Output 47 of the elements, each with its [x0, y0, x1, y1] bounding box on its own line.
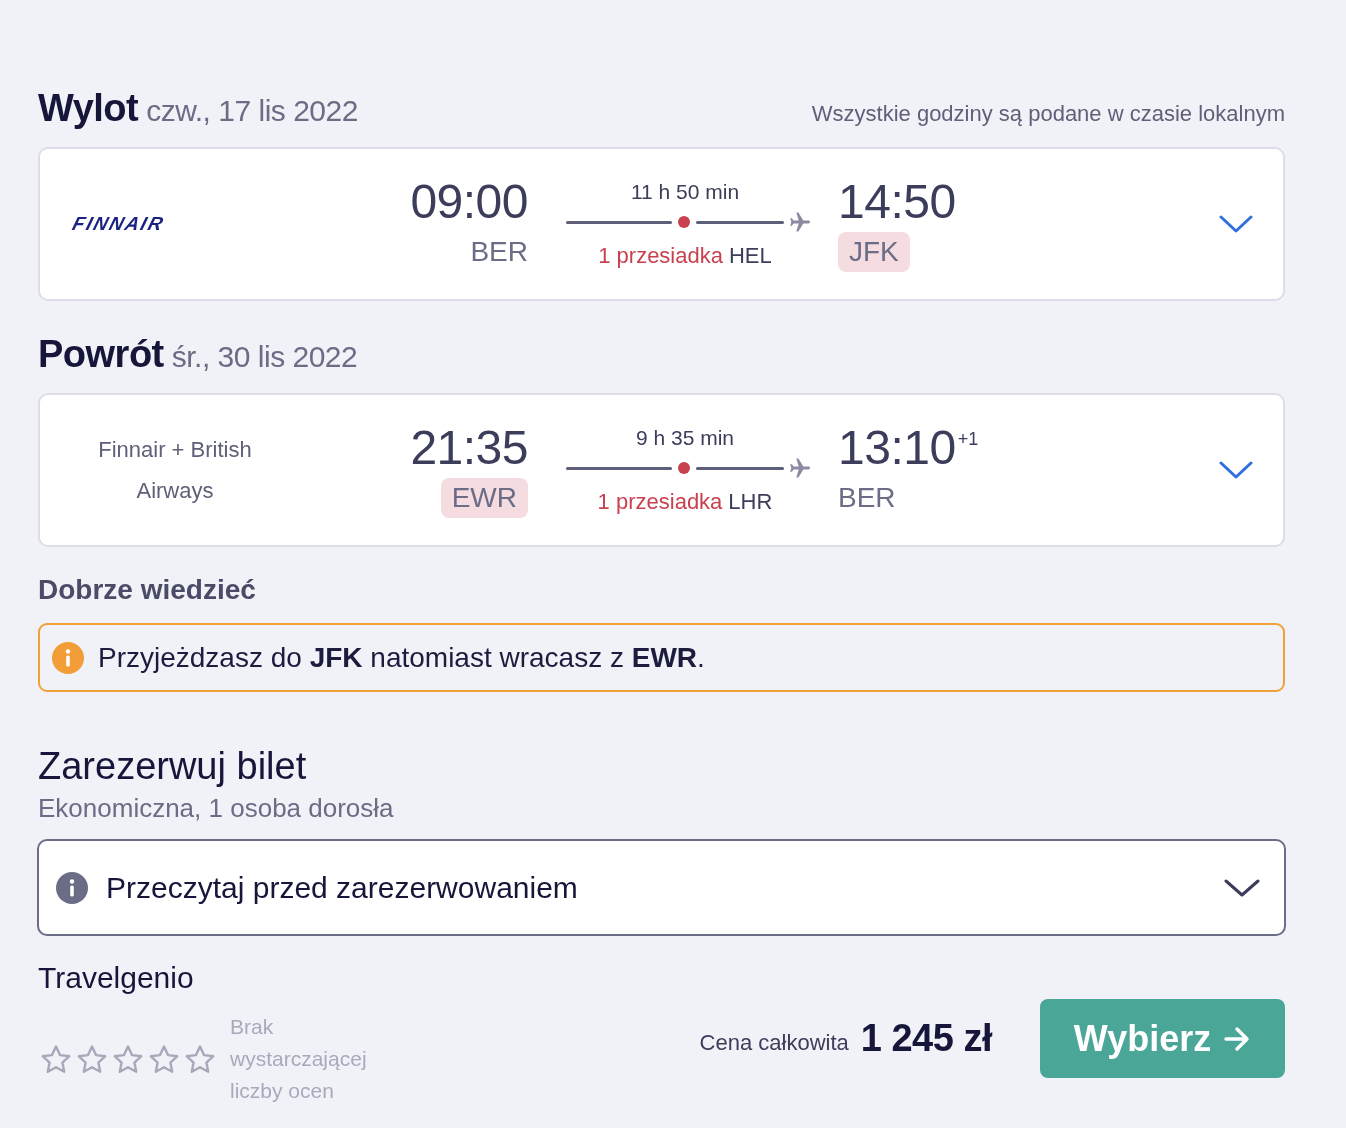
departure-time: 09:00 — [410, 176, 528, 228]
stopover-airport: HEL — [728, 242, 772, 270]
section-title: Powrót — [38, 332, 164, 377]
info-icon — [56, 871, 88, 904]
airport-code: EWR — [440, 478, 528, 518]
flight-date: czw., 17 lis 2022 — [146, 93, 358, 129]
star-icon — [184, 1043, 216, 1075]
star-icon — [40, 1043, 72, 1075]
airplane-icon — [788, 210, 812, 234]
stopover-airport: LHR — [728, 488, 773, 516]
airline-logo: FINNAIR — [69, 213, 168, 235]
notice-text: Przyjeżdzasz do JFK natomiast wracasz z EWR. — [98, 641, 705, 674]
airport-code: JFK — [838, 232, 910, 272]
flight-duration: 9 h 35 min — [635, 425, 735, 451]
star-icon — [112, 1043, 144, 1075]
section-title: Wylot — [38, 86, 139, 131]
rating-note: Brak wystarczającej liczby ocen — [230, 1014, 368, 1104]
booking-title: Zarezerwuj bilet — [38, 744, 307, 788]
flight-card[interactable]: FINNAIR 09:00 BER 11 h 50 min 1 przesiadka HEL 14:50 JFK — [38, 147, 1285, 301]
flight-duration: 11 h 50 min — [630, 179, 740, 205]
airline-name: Finnair + British Airways — [97, 436, 253, 505]
arrival-time: 14:50 — [838, 176, 956, 228]
stop-dot-icon — [678, 216, 690, 228]
stops-count: 1 przesiadka — [598, 242, 723, 270]
airplane-icon — [788, 456, 812, 480]
arrival-time: 13:10 — [838, 422, 956, 474]
day-offset: +1 — [957, 428, 979, 450]
price-label: Cena całkowita — [699, 1029, 849, 1056]
read-before-booking-accordion[interactable]: Przeczytaj przed zarezerwowaniem — [37, 839, 1286, 936]
airport-code: BER — [838, 481, 896, 515]
stop-dot-icon — [678, 462, 690, 474]
timezone-note: Wszystkie godziny są podane w czasie lokalnym — [811, 101, 1285, 127]
star-icon — [148, 1043, 180, 1075]
chevron-icon[interactable] — [1219, 214, 1253, 234]
section-title: Dobrze wiedzieć — [38, 573, 256, 607]
total-price: 1 245 zł — [860, 1017, 992, 1060]
stops-count: 1 przesiadka — [597, 488, 723, 516]
provider-name: Travelgenio — [38, 960, 194, 996]
info-icon — [52, 641, 84, 674]
flight-date: śr., 30 lis 2022 — [171, 339, 358, 375]
departure-time: 21:35 — [410, 422, 528, 474]
booking-subtitle: Ekonomiczna, 1 osoba dorosła — [38, 792, 394, 824]
chevron-icon — [1224, 877, 1260, 898]
airport-code: BER — [470, 235, 528, 269]
chevron-icon[interactable] — [1219, 460, 1253, 480]
star-icon — [76, 1043, 108, 1075]
arrow-right-icon — [1223, 1025, 1252, 1052]
